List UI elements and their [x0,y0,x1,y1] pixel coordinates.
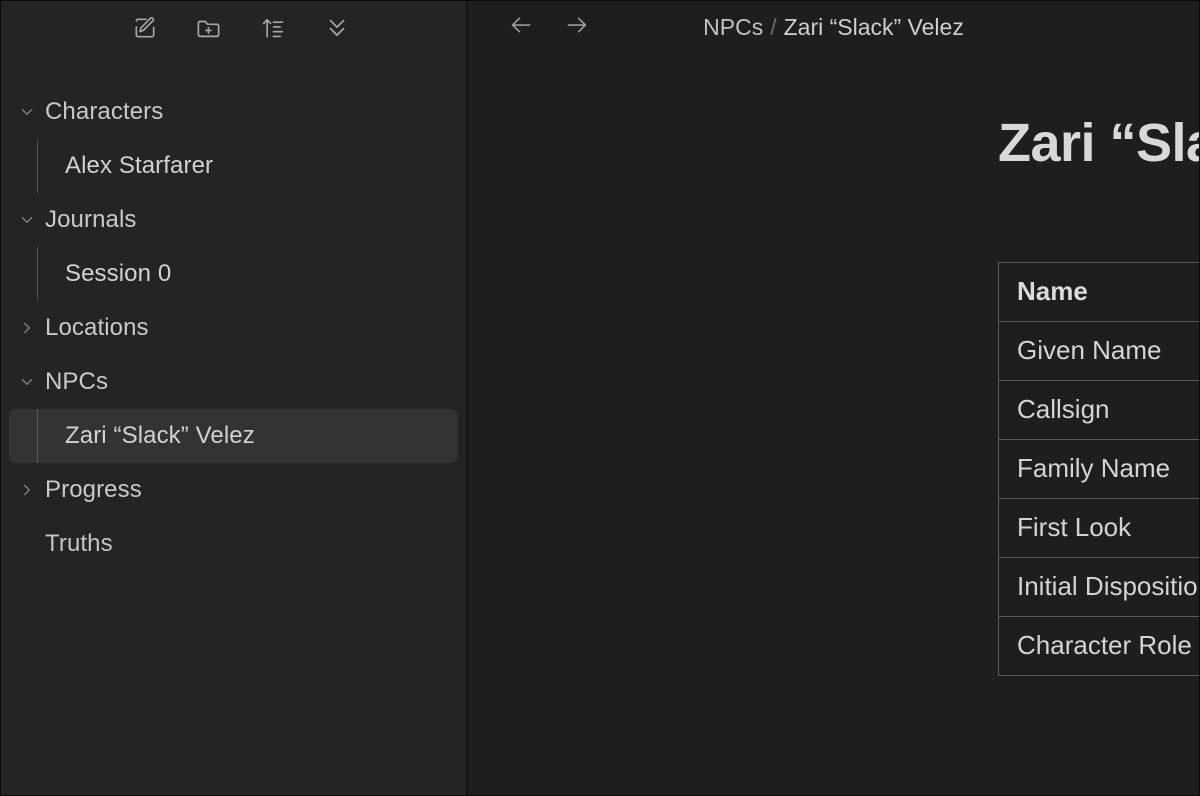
tree-item-truths[interactable]: Truths [9,517,458,571]
breadcrumb-separator: / [770,13,777,40]
chevron-down-icon[interactable] [9,103,45,121]
tree-item-npcs[interactable]: NPCs [9,355,458,409]
property-key: Given Name [998,320,1199,381]
table-row[interactable]: Initial Disposition Curious [998,556,1199,617]
table-row[interactable]: Family Name Velez [998,438,1199,499]
tree-item-progress[interactable]: Progress [9,463,458,517]
new-note-icon [132,15,158,41]
main-content: NPCs / Zari “Slack” Velez Zari “Slack” Vel… [468,1,1199,795]
tree-item-zari-slack-velez[interactable]: Zari “Slack” Velez [9,409,458,463]
tree-item-label: Zari “Slack” Velez [65,422,255,449]
indent-guide [37,409,38,463]
tree-item-label: Session 0 [65,260,172,287]
tree-item-locations[interactable]: Locations [9,301,458,355]
chevron-right-icon[interactable] [9,481,45,499]
new-note-button[interactable] [128,11,162,45]
properties-table: Name Zari “Slack” Velez Given Name Zari … [998,261,1199,676]
app-window: Characters Alex Starfarer Journals Sessi… [0,0,1200,796]
tree-item-label: Characters [45,98,164,125]
table-row[interactable]: Name Zari “Slack” Velez [998,261,1199,322]
tree-item-alex-starfarer[interactable]: Alex Starfarer [9,139,458,193]
new-folder-icon [195,15,222,42]
sort-order-button[interactable] [256,11,290,45]
document-body: Zari “Slack” Velez Name Zari “Slack” Vel… [468,53,1199,676]
property-key: Character Role [998,615,1199,676]
forward-button[interactable] [560,10,594,44]
property-key: Callsign [998,379,1199,440]
tree-item-label: NPCs [45,368,109,395]
property-key: First Look [998,497,1199,558]
tree-item-label: Locations [45,314,149,341]
tree-item-label: Journals [45,206,137,233]
tree-item-label: Truths [45,530,113,557]
collapse-all-icon [324,15,350,41]
indent-guide [37,139,38,193]
sidebar: Characters Alex Starfarer Journals Sessi… [1,1,468,795]
collapse-all-button[interactable] [320,11,354,45]
chevron-down-icon[interactable] [9,373,45,391]
table-row[interactable]: Given Name Zari [998,320,1199,381]
sort-ascending-icon [260,15,286,41]
arrow-right-icon [564,12,590,43]
new-folder-button[interactable] [192,11,226,45]
table-row[interactable]: Callsign Slack [998,379,1199,440]
property-key: Family Name [998,438,1199,499]
page-title: Zari “Slack” Velez [998,113,1199,173]
breadcrumb-parent[interactable]: NPCs [703,14,763,40]
table-row[interactable]: Character Role Criminal [998,615,1199,676]
property-key: Name [998,261,1199,322]
tree-item-label: Progress [45,476,142,503]
file-tree: Characters Alex Starfarer Journals Sessi… [1,55,466,571]
chevron-right-icon[interactable] [9,319,45,337]
arrow-left-icon [508,12,534,43]
property-key: Initial Disposition [998,556,1199,617]
table-row[interactable]: First Look Sickly [998,497,1199,558]
tree-item-journals[interactable]: Journals [9,193,458,247]
back-button[interactable] [504,10,538,44]
indent-guide [37,247,38,301]
tree-item-session-0[interactable]: Session 0 [9,247,458,301]
breadcrumb-current[interactable]: Zari “Slack” Velez [784,14,964,40]
navigation-bar: NPCs / Zari “Slack” Velez [468,1,1199,53]
tree-item-characters[interactable]: Characters [9,85,458,139]
chevron-down-icon[interactable] [9,211,45,229]
sidebar-toolbar [1,1,466,55]
tree-item-label: Alex Starfarer [65,152,214,179]
